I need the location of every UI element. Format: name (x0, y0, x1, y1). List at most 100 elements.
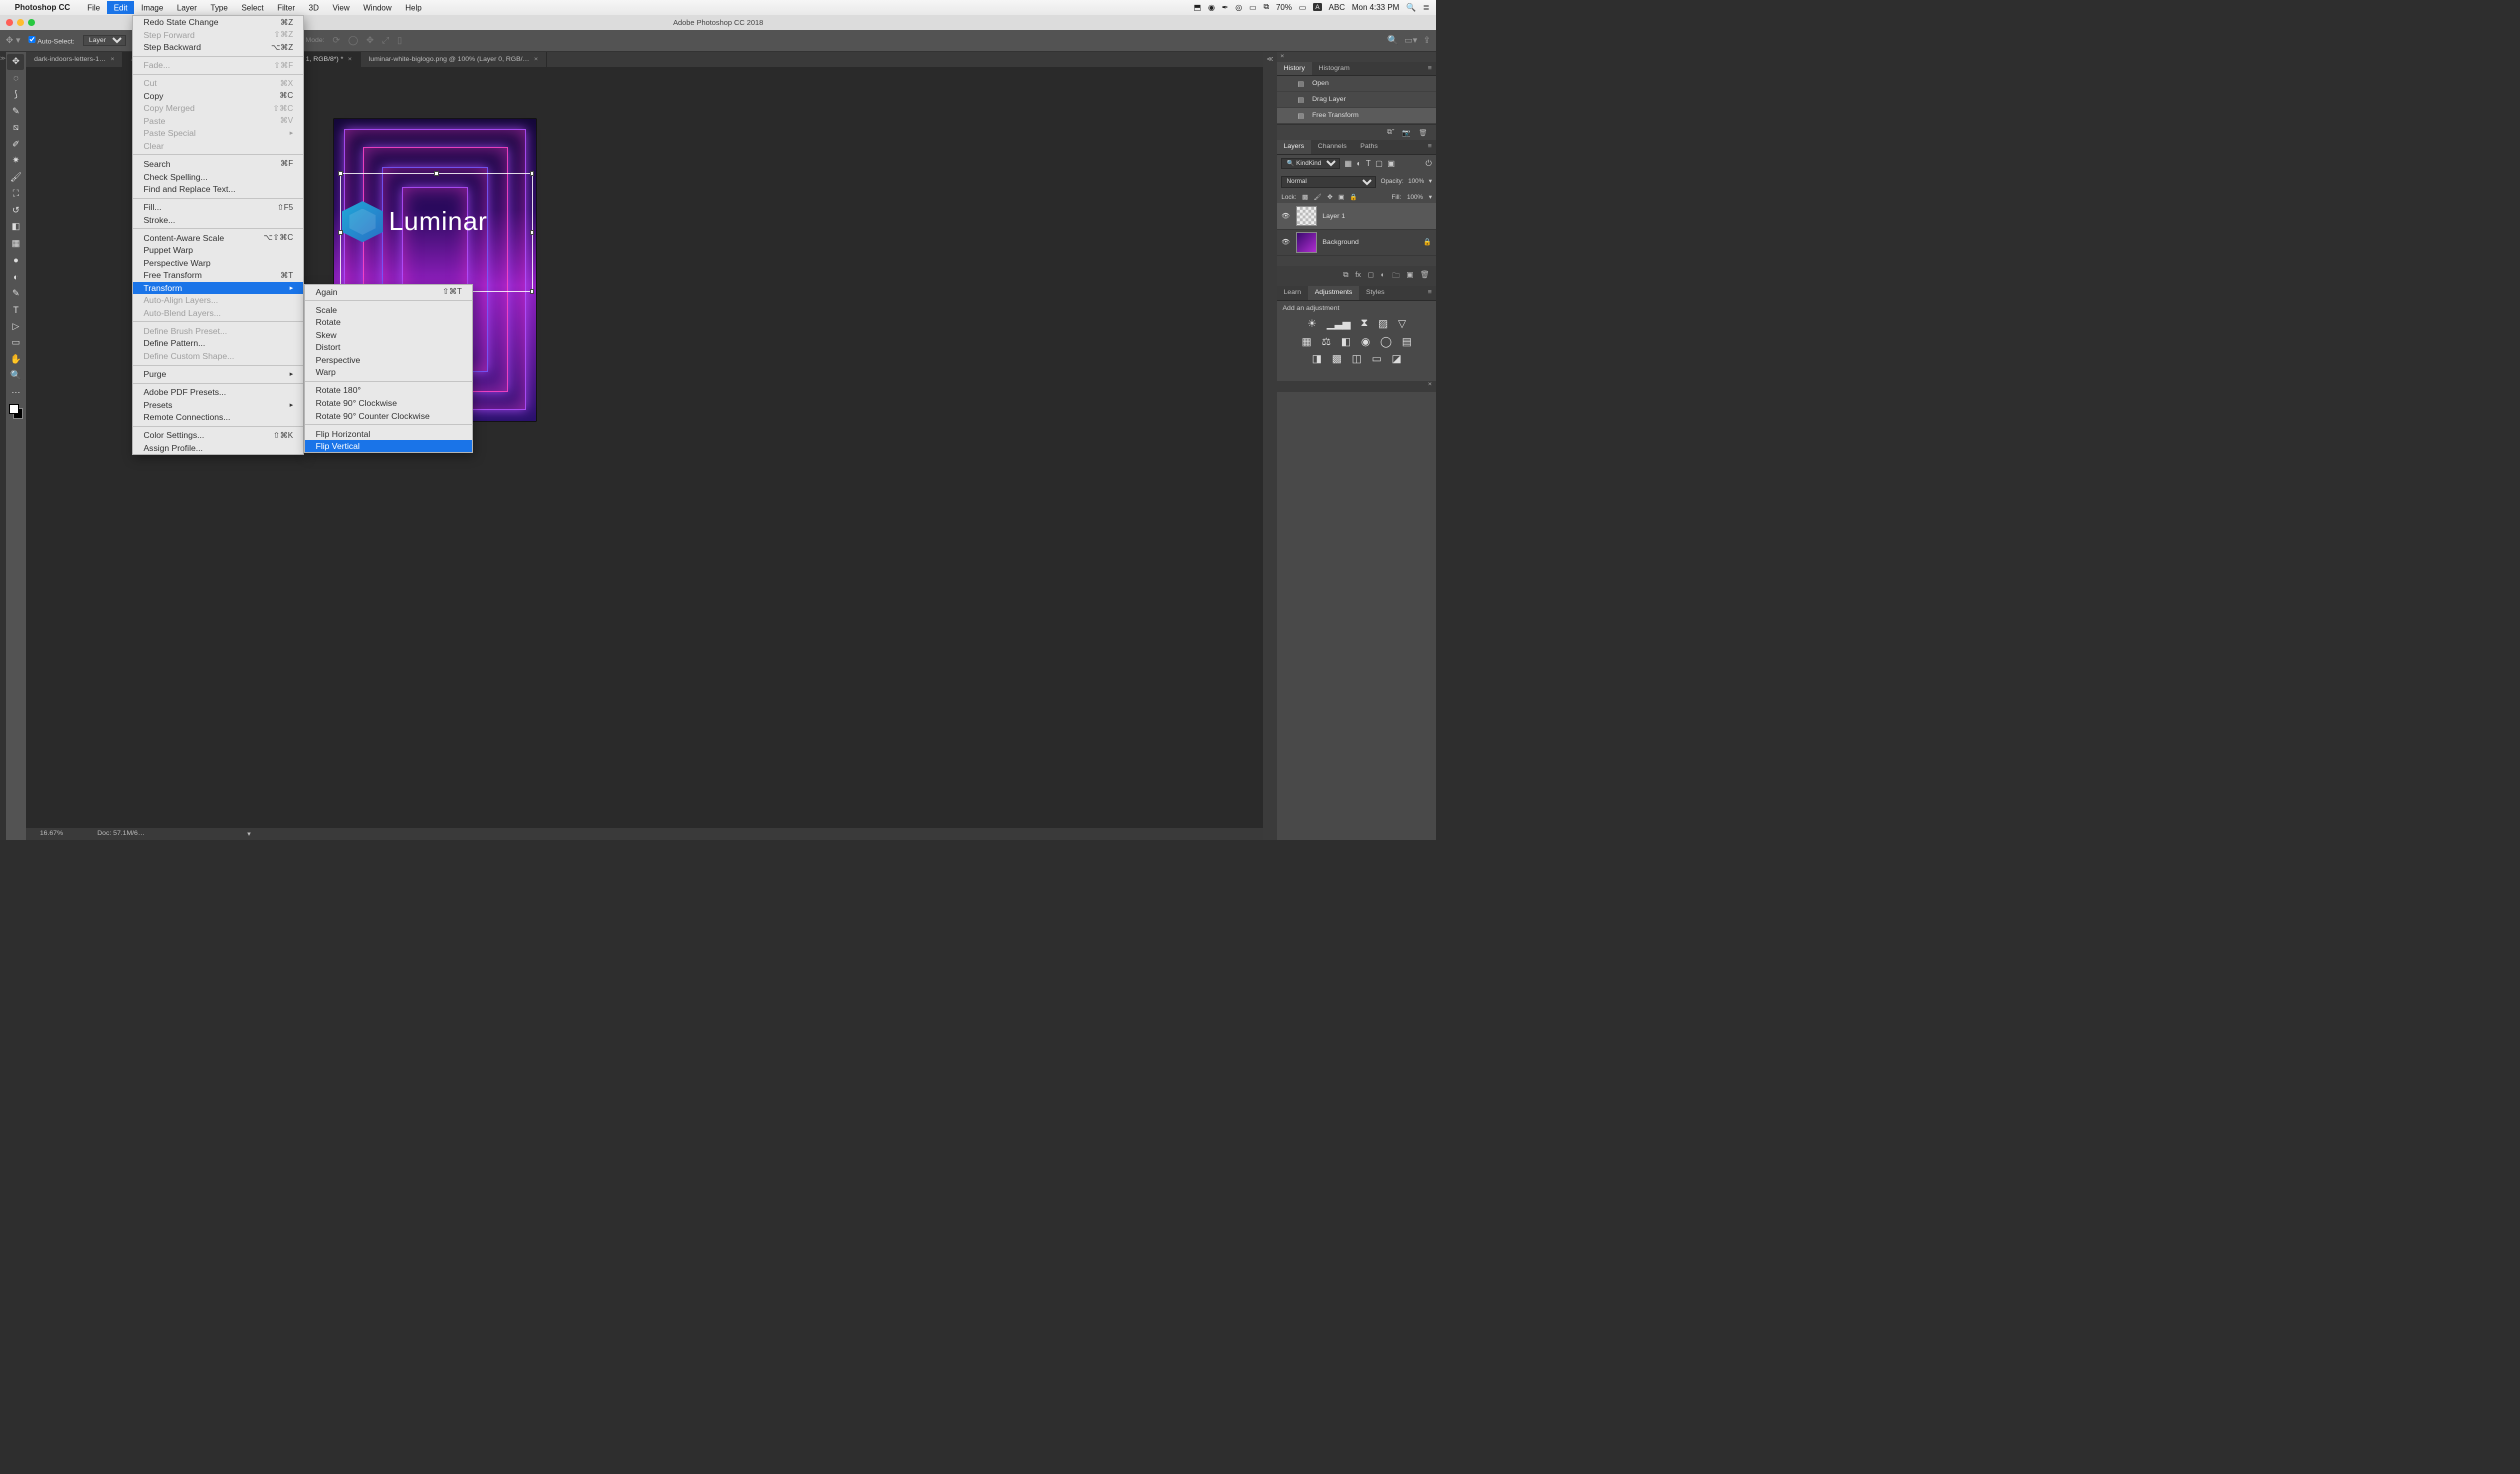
type-tool[interactable]: T (7, 301, 24, 318)
vibrance-icon[interactable]: ▽ (1398, 318, 1406, 330)
clock[interactable]: Mon 4:33 PM (1352, 3, 1399, 12)
move-tool-icon[interactable]: ✥ ▾ (6, 35, 21, 46)
filter-smart-icon[interactable]: ▣ (1387, 159, 1395, 168)
auto-select-checkbox[interactable]: Auto-Select: (28, 36, 74, 45)
layer-filter-kind[interactable]: 🔍 KindKind (1281, 158, 1340, 169)
exposure-icon[interactable]: ▨ (1378, 318, 1388, 330)
filter-pixel-icon[interactable]: ▦ (1344, 159, 1352, 168)
close-tab-icon[interactable]: × (348, 56, 352, 63)
filter-type-icon[interactable]: T (1366, 159, 1371, 168)
screen-icon[interactable]: ▭ (1249, 3, 1257, 12)
selective-color-icon[interactable]: ◪ (1392, 353, 1402, 365)
lock-icon[interactable]: 🔒 (1423, 238, 1432, 246)
panel-menu-icon[interactable]: ≡ (1423, 286, 1436, 300)
tab-layers[interactable]: Layers (1277, 140, 1311, 154)
history-brush-tool[interactable]: ↺ (7, 202, 24, 219)
tab-learn[interactable]: Learn (1277, 286, 1308, 300)
filter-adjust-icon[interactable]: ◐ (1357, 159, 1362, 168)
balance-icon[interactable]: ⚖ (1322, 336, 1331, 348)
layer-name[interactable]: Layer 1 (1322, 213, 1345, 220)
input-source-badge[interactable]: A (1313, 3, 1322, 11)
tab-paths[interactable]: Paths (1353, 140, 1384, 154)
snapshot-icon[interactable]: 📷 (1402, 129, 1411, 137)
tab-adjustments[interactable]: Adjustments (1308, 286, 1359, 300)
menu-item[interactable]: Step Backward⌥⌘Z (133, 41, 303, 54)
close-tab-icon[interactable]: × (110, 56, 114, 63)
crop-tool[interactable]: ⧅ (7, 120, 24, 137)
menu-filter[interactable]: Filter (270, 1, 301, 15)
menu-item[interactable]: Transform (133, 282, 303, 295)
mask-icon[interactable]: ◻ (1368, 270, 1374, 283)
path-select-tool[interactable]: ▷ (7, 318, 24, 335)
menu-item[interactable]: Content-Aware Scale⌥⇧⌘C (133, 231, 303, 244)
wifi-icon[interactable]: ⧉ (1263, 2, 1269, 12)
menu-item[interactable]: Purge (133, 368, 303, 381)
delete-layer-icon[interactable]: 🗑 (1420, 270, 1429, 283)
gradient-map-icon[interactable]: ▭ (1372, 353, 1382, 365)
slide-3d-icon[interactable]: ⤢ (382, 35, 389, 46)
menu-item[interactable]: Again⇧⌘T (305, 285, 472, 298)
menu-type[interactable]: Type (204, 1, 235, 15)
menu-item[interactable]: Search⌘F (133, 158, 303, 171)
brush-tool[interactable]: 🖌 (7, 169, 24, 186)
menu-item[interactable]: Stroke... (133, 213, 303, 226)
threshold-icon[interactable]: ◫ (1352, 353, 1362, 365)
status-arrow-icon[interactable]: ▾ (247, 830, 250, 838)
auto-select-target[interactable]: Layer (83, 35, 127, 46)
heal-tool[interactable]: ✷ (7, 153, 24, 170)
tab-history[interactable]: History (1277, 62, 1312, 76)
menu-item[interactable]: Assign Profile... (133, 442, 303, 455)
opacity-dropdown-icon[interactable]: ▾ (1429, 178, 1432, 185)
menu-item[interactable]: Redo State Change⌘Z (133, 16, 303, 29)
search-icon[interactable]: 🔍 (1387, 35, 1398, 46)
lock-all-icon[interactable]: 🔒 (1350, 193, 1358, 201)
layer-thumbnail[interactable] (1296, 206, 1317, 227)
close-window-icon[interactable] (6, 19, 13, 26)
tab-channels[interactable]: Channels (1311, 140, 1354, 154)
filter-toggle-icon[interactable]: ⏻ (1426, 159, 1432, 169)
close-tab-icon[interactable]: × (534, 56, 538, 63)
menu-window[interactable]: Window (356, 1, 398, 15)
input-source[interactable]: ABC (1329, 3, 1345, 12)
menu-item[interactable]: Scale (305, 303, 472, 316)
stamp-tool[interactable]: ⛶ (7, 186, 24, 203)
marquee-tool[interactable]: ◌ (7, 70, 24, 87)
workspace-icon[interactable]: ▭▾ (1404, 35, 1417, 46)
battery-percent[interactable]: 70% (1276, 3, 1292, 12)
camera-3d-icon[interactable]: ▯ (397, 35, 402, 46)
eraser-tool[interactable]: ◧ (7, 219, 24, 236)
adjustment-layer-icon[interactable]: ◐ (1381, 270, 1385, 283)
move-tool[interactable]: ✥ (7, 54, 24, 71)
tab-histogram[interactable]: Histogram (1312, 62, 1357, 76)
document-tab[interactable]: dark-indoors-letters-1…× (26, 52, 123, 67)
new-layer-icon[interactable]: ▣ (1406, 270, 1413, 283)
menu-item[interactable]: Rotate (305, 316, 472, 329)
doc-size[interactable]: Doc: 57.1M/6… (97, 830, 144, 837)
menu-select[interactable]: Select (235, 1, 271, 15)
layer-row[interactable]: 👁Background🔒 (1277, 230, 1437, 256)
menu-item[interactable]: Rotate 180° (305, 384, 472, 397)
invert-icon[interactable]: ◨ (1312, 353, 1322, 365)
hue-icon[interactable]: ▦ (1302, 336, 1312, 348)
dropbox-icon[interactable]: ⬒ (1194, 3, 1202, 12)
fx-icon[interactable]: fx (1355, 270, 1361, 283)
menu-view[interactable]: View (326, 1, 357, 15)
opacity-value[interactable]: 100% (1408, 178, 1424, 185)
history-item[interactable]: ▤Free Transform (1277, 108, 1437, 124)
pan-3d-icon[interactable]: ✥ (366, 35, 374, 46)
panel-close-bottom[interactable]: × (1277, 381, 1437, 391)
hand-tool[interactable]: ✋ (7, 351, 24, 368)
panel-collapse-gutter[interactable]: ≪ (1263, 52, 1277, 840)
menu-edit[interactable]: Edit (107, 1, 134, 15)
zoom-window-icon[interactable] (28, 19, 35, 26)
menu-item[interactable]: Define Pattern... (133, 337, 303, 350)
menu-layer[interactable]: Layer (170, 1, 204, 15)
layer-thumbnail[interactable] (1296, 232, 1317, 253)
share-icon[interactable]: ⇪ (1423, 35, 1431, 46)
menu-file[interactable]: File (80, 1, 107, 15)
menu-item[interactable]: Warp (305, 366, 472, 379)
menu-item[interactable]: Free Transform⌘T (133, 269, 303, 282)
menu-item[interactable]: Rotate 90° Clockwise (305, 397, 472, 410)
menu-3d[interactable]: 3D (302, 1, 326, 15)
menu-item[interactable]: Adobe PDF Presets... (133, 386, 303, 399)
